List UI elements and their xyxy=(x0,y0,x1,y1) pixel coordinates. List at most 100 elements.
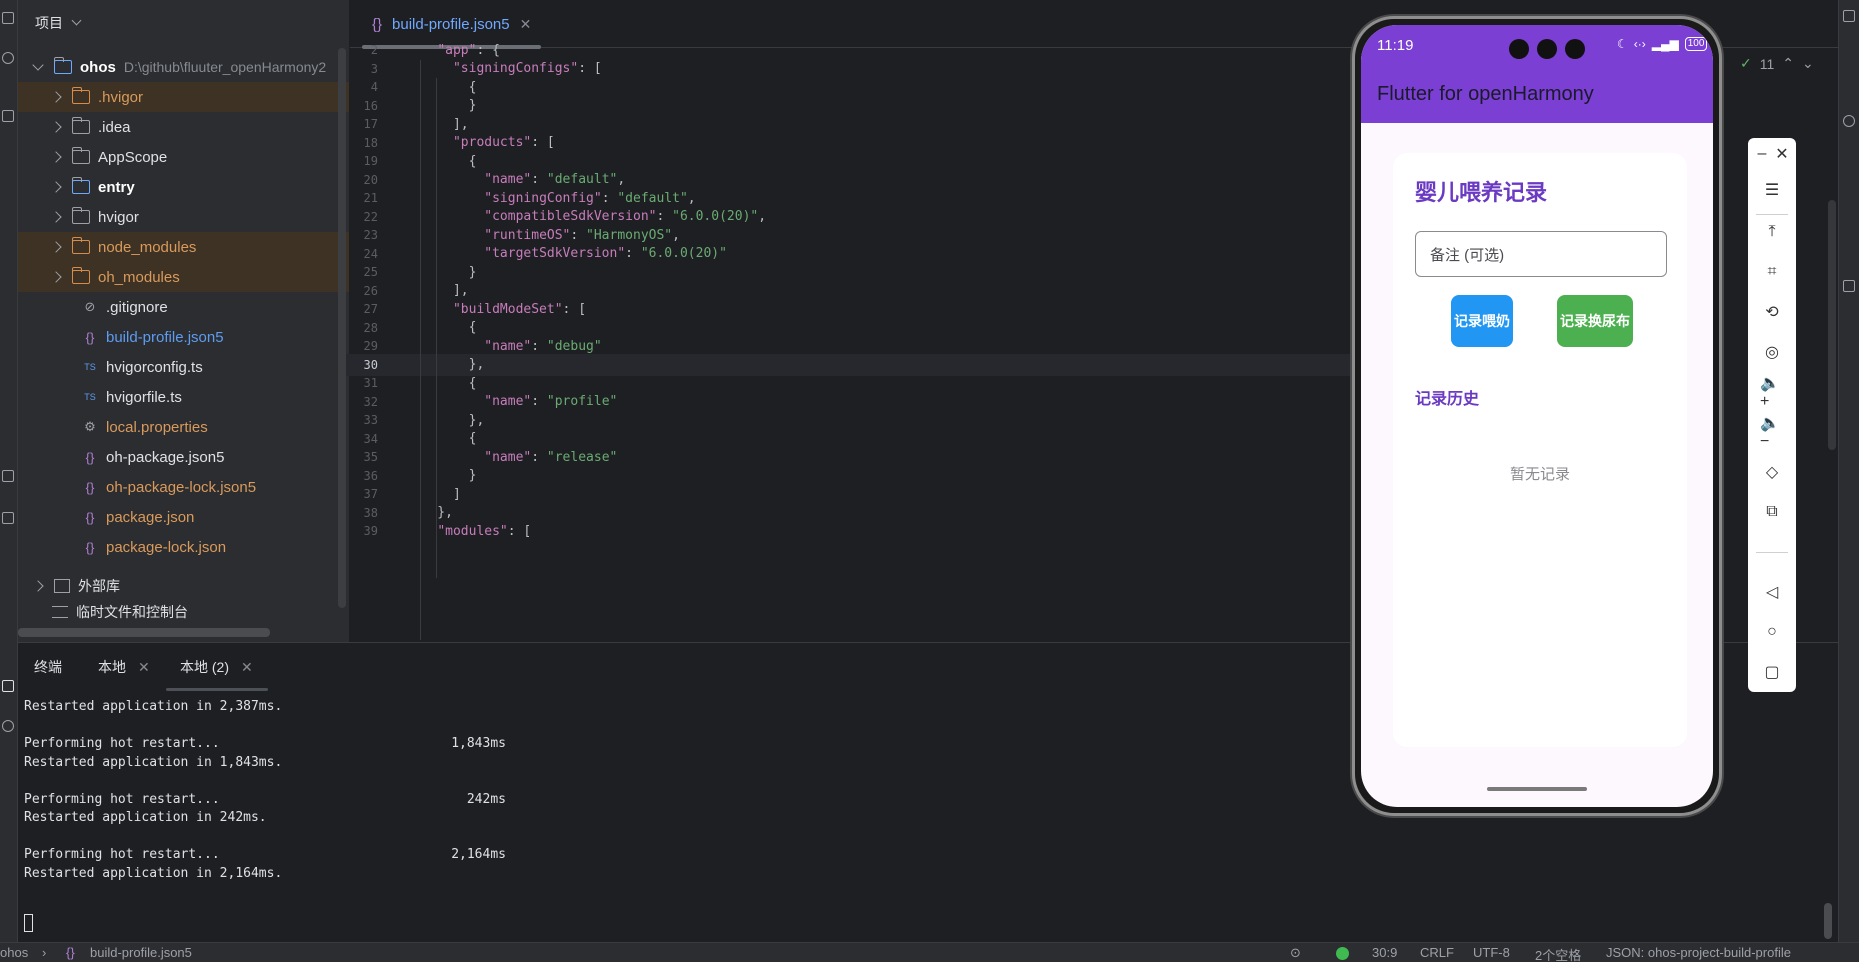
multi-screen-icon[interactable]: ⧉ xyxy=(1760,500,1784,524)
back-icon[interactable]: ◁ xyxy=(1760,580,1784,604)
code-text: { xyxy=(406,320,477,335)
file-encoding[interactable]: UTF-8 xyxy=(1473,945,1510,960)
notifications-tool-icon[interactable] xyxy=(1843,10,1855,22)
inspection-widget[interactable]: ✓ 11 ⌃ ⌄ xyxy=(1740,55,1814,72)
chevron-down-icon[interactable]: ⌄ xyxy=(1802,55,1814,72)
tree-item[interactable]: {} oh-package.json5 xyxy=(18,442,349,472)
device-manager-tool-icon[interactable] xyxy=(1843,280,1855,292)
code-token: : [ xyxy=(507,523,532,539)
close-tab-icon[interactable]: ✕ xyxy=(520,16,532,33)
breadcrumb-root[interactable]: ohos xyxy=(0,945,28,960)
editor-scrollbar[interactable] xyxy=(1828,200,1836,450)
cursor-position[interactable]: 30:9 xyxy=(1372,945,1397,960)
indent-setting[interactable]: 2个空格 xyxy=(1535,945,1581,962)
tree-item[interactable]: ⚙ local.properties xyxy=(18,412,349,442)
terminal-tab-local-2[interactable]: 本地 (2) ✕ xyxy=(180,657,253,677)
line-separator[interactable]: CRLF xyxy=(1420,945,1454,960)
code-token: "name" xyxy=(484,172,532,187)
code-text: "name": "release" xyxy=(406,450,617,465)
tree-item-label: hvigor xyxy=(98,208,139,226)
tree-item[interactable]: entry xyxy=(18,172,349,202)
phone-screen[interactable]: 11:19 ☾ ‹·› ▂▄▆ 100 Flutter for openHarm… xyxy=(1361,25,1713,807)
pin-top-icon[interactable]: ⤒ xyxy=(1760,220,1784,244)
tree-item[interactable]: ⊘ .gitignore xyxy=(18,292,349,322)
tree-item[interactable]: {} package-lock.json xyxy=(18,532,349,562)
code-text: "buildModeSet": [ xyxy=(406,302,586,317)
menu-icon[interactable]: ☰ xyxy=(1760,178,1784,202)
tree-item[interactable]: oh_modules xyxy=(18,262,349,292)
chevron-right-icon[interactable] xyxy=(50,181,62,193)
screenshot-icon[interactable]: ◎ xyxy=(1760,340,1784,364)
folder-icon xyxy=(71,117,90,134)
home-icon[interactable]: ○ xyxy=(1760,620,1784,644)
shake-icon[interactable]: ◇ xyxy=(1760,460,1784,484)
breadcrumb-file[interactable]: build-profile.json5 xyxy=(90,945,192,960)
chevron-down-icon[interactable] xyxy=(71,15,82,26)
structure-tool-icon[interactable] xyxy=(2,110,14,122)
tree-root[interactable]: ohos D:\github\fluuter_openHarmony2 xyxy=(18,52,349,82)
note-input[interactable]: 备注 (可选) xyxy=(1415,231,1667,277)
vcs-icon[interactable]: ⊙ xyxy=(1290,945,1301,961)
chevron-right-icon[interactable] xyxy=(50,151,62,163)
editor-tab-label: build-profile.json5 xyxy=(392,15,510,33)
tree-item[interactable]: .idea xyxy=(18,112,349,142)
terminal-scrollbar[interactable] xyxy=(1824,903,1832,939)
home-indicator[interactable] xyxy=(1487,787,1587,791)
run-tool-icon[interactable] xyxy=(2,470,14,482)
signal-icon: ▂▄▆ xyxy=(1651,37,1679,51)
vertical-scrollbar[interactable] xyxy=(338,48,346,608)
problems-tool-icon[interactable] xyxy=(2,720,14,732)
services-tool-icon[interactable] xyxy=(2,512,14,524)
close-icon[interactable]: ✕ xyxy=(1774,142,1790,166)
project-panel-header[interactable]: 项目 xyxy=(18,0,349,46)
volume-down-icon[interactable]: 🔈− xyxy=(1760,415,1784,450)
tree-item[interactable]: TS hvigorconfig.ts xyxy=(18,352,349,382)
crop-icon[interactable]: ⌗ xyxy=(1760,260,1784,284)
tree-item-label: build-profile.json5 xyxy=(106,328,224,346)
tree-item[interactable]: AppScope xyxy=(18,142,349,172)
tree-item[interactable]: {} oh-package-lock.json5 xyxy=(18,472,349,502)
code-token: "6.0.0(20)" xyxy=(672,209,759,224)
record-feeding-button[interactable]: 记录喂奶 xyxy=(1451,295,1513,347)
code-token: "name" xyxy=(484,338,532,354)
tree-item[interactable]: node_modules xyxy=(18,232,349,262)
close-tab-icon[interactable]: ✕ xyxy=(138,659,150,676)
chevron-right-icon[interactable] xyxy=(50,241,62,253)
minimize-icon[interactable]: – xyxy=(1754,142,1770,166)
chevron-right-icon[interactable] xyxy=(32,580,44,592)
volume-up-icon[interactable]: 🔈+ xyxy=(1760,375,1784,410)
tree-item-label: AppScope xyxy=(98,148,168,166)
terminal-tool-icon[interactable] xyxy=(2,680,14,692)
tree-scratches[interactable]: 临时文件和控制台 xyxy=(18,597,349,627)
json-schema[interactable]: JSON: ohos-project-build-profile xyxy=(1606,945,1791,960)
recents-icon[interactable]: ▢ xyxy=(1760,660,1784,684)
chevron-down-icon[interactable] xyxy=(32,58,44,71)
commit-tool-icon[interactable] xyxy=(2,52,14,64)
tree-item[interactable]: TS hvigorfile.ts xyxy=(18,382,349,412)
terminal-title-label: 终端 xyxy=(34,659,62,675)
horizontal-scrollbar[interactable] xyxy=(18,628,270,637)
project-tool-icon[interactable] xyxy=(2,12,14,24)
ai-assistant-tool-icon[interactable] xyxy=(1843,115,1855,127)
tree-item[interactable]: .hvigor xyxy=(18,82,349,112)
code-text: ], xyxy=(406,283,469,298)
close-tab-icon[interactable]: ✕ xyxy=(241,659,253,676)
chevron-right-icon[interactable] xyxy=(50,91,62,103)
chevron-right-icon[interactable] xyxy=(50,121,62,133)
code-token: : xyxy=(531,172,547,187)
chevron-right-icon[interactable] xyxy=(50,211,62,223)
chevron-up-icon[interactable]: ⌃ xyxy=(1782,55,1794,72)
chevron-right-icon[interactable] xyxy=(50,271,62,283)
tree-item[interactable]: hvigor xyxy=(18,202,349,232)
module-folder-icon xyxy=(53,57,72,74)
tree-item[interactable]: {} package.json xyxy=(18,502,349,532)
rotate-icon[interactable]: ⟲ xyxy=(1760,300,1784,324)
code-token: : xyxy=(531,449,547,465)
tree-item[interactable]: {} build-profile.json5 xyxy=(18,322,349,352)
record-diaper-button[interactable]: 记录换尿布 xyxy=(1557,295,1633,347)
line-number: 20 xyxy=(363,172,378,187)
terminal-tab-local[interactable]: 本地 ✕ xyxy=(98,657,150,677)
